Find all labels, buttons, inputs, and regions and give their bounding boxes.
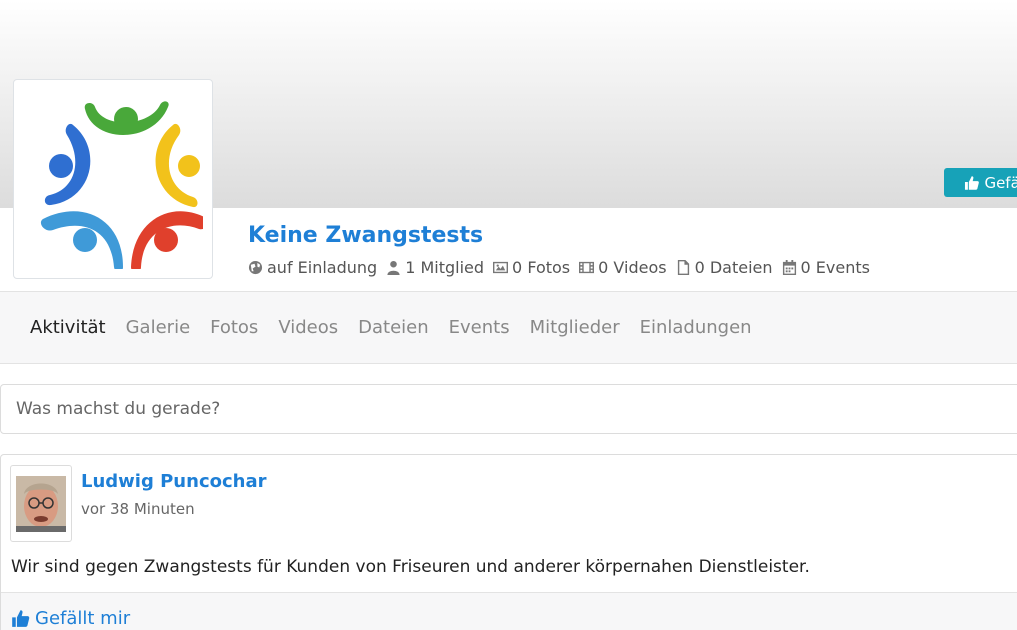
post-author[interactable]: Ludwig Puncochar: [81, 471, 266, 492]
tab-aktivitaet[interactable]: Aktivität: [20, 317, 116, 338]
film-icon: [579, 261, 595, 274]
thumbs-up-icon: [12, 610, 30, 627]
like-button[interactable]: Gefällt mir: [11, 608, 130, 629]
like-page-button[interactable]: Gefällt: [944, 168, 1017, 197]
group-logo[interactable]: [13, 79, 213, 279]
group-title[interactable]: Keine Zwangstests: [248, 223, 483, 248]
tab-mitglieder[interactable]: Mitglieder: [520, 317, 630, 338]
meta-privacy-text: auf Einladung: [267, 258, 378, 277]
user-photo-icon: [16, 475, 66, 532]
group-meta: auf Einladung 1 Mitglied 0 Fotos 0 Video…: [248, 258, 870, 277]
meta-videos-text: 0 Videos: [598, 258, 667, 277]
thumbs-up-icon: [964, 175, 979, 190]
post-footer: Gefällt mir: [1, 592, 1017, 630]
meta-events[interactable]: 0 Events: [782, 258, 870, 277]
image-icon: [493, 261, 509, 274]
meta-photos[interactable]: 0 Fotos: [493, 258, 570, 277]
post-text: Wir sind gegen Zwangstests für Kunden vo…: [11, 557, 810, 577]
activity-post: Ludwig Puncochar vor 38 Minuten Wir sind…: [0, 454, 1017, 630]
tab-events[interactable]: Events: [439, 317, 520, 338]
meta-videos[interactable]: 0 Videos: [579, 258, 667, 277]
globe-icon: [248, 260, 263, 275]
meta-files[interactable]: 0 Dateien: [676, 258, 773, 277]
tab-videos[interactable]: Videos: [268, 317, 348, 338]
calendar-icon: [782, 260, 796, 275]
meta-members-text: 1 Mitglied: [405, 258, 485, 277]
meta-files-text: 0 Dateien: [694, 258, 773, 277]
tab-dateien[interactable]: Dateien: [348, 317, 439, 338]
tab-fotos[interactable]: Fotos: [200, 317, 268, 338]
user-icon: [387, 260, 400, 275]
like-button-label: Gefällt mir: [35, 608, 131, 629]
status-composer: [0, 384, 1017, 434]
tab-einladungen[interactable]: Einladungen: [630, 317, 762, 338]
people-circle-logo-icon: [40, 101, 203, 269]
status-input[interactable]: [16, 399, 916, 419]
group-nav: Aktivität Galerie Fotos Videos Dateien E…: [0, 291, 1017, 364]
group-page: Gefällt Keine Zwangstests auf Einladung: [0, 0, 1017, 630]
post-timestamp: vor 38 Minuten: [81, 500, 195, 518]
meta-photos-text: 0 Fotos: [512, 258, 571, 277]
file-icon: [677, 260, 689, 275]
like-page-label: Gefällt: [984, 173, 1017, 192]
avatar[interactable]: [10, 465, 72, 542]
meta-privacy: auf Einladung: [248, 258, 377, 277]
tab-galerie[interactable]: Galerie: [116, 317, 201, 338]
meta-events-text: 0 Events: [800, 258, 870, 277]
meta-members[interactable]: 1 Mitglied: [386, 258, 484, 277]
